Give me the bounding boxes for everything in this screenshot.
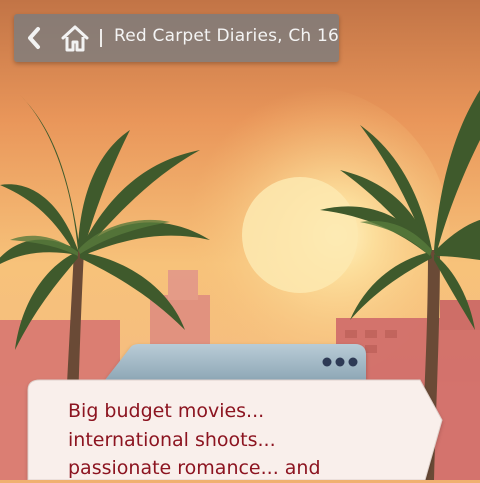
home-icon[interactable]: [60, 24, 90, 52]
dialogue-line: international shoots...: [68, 428, 276, 451]
dialogue-line: passionate romance... and: [68, 457, 321, 479]
chapter-title: Red Carpet Diaries, Ch 16: [114, 26, 340, 46]
sun: [242, 177, 358, 293]
dialogue-text[interactable]: Big budget movies... international shoot…: [68, 397, 428, 483]
top-navigation-bar: Red Carpet Diaries, Ch 16: [14, 14, 339, 62]
divider: [100, 29, 102, 47]
more-dots-icon[interactable]: [318, 352, 362, 372]
dialogue-line: Big budget movies...: [68, 400, 265, 422]
chevron-left-icon[interactable]: [26, 26, 42, 50]
